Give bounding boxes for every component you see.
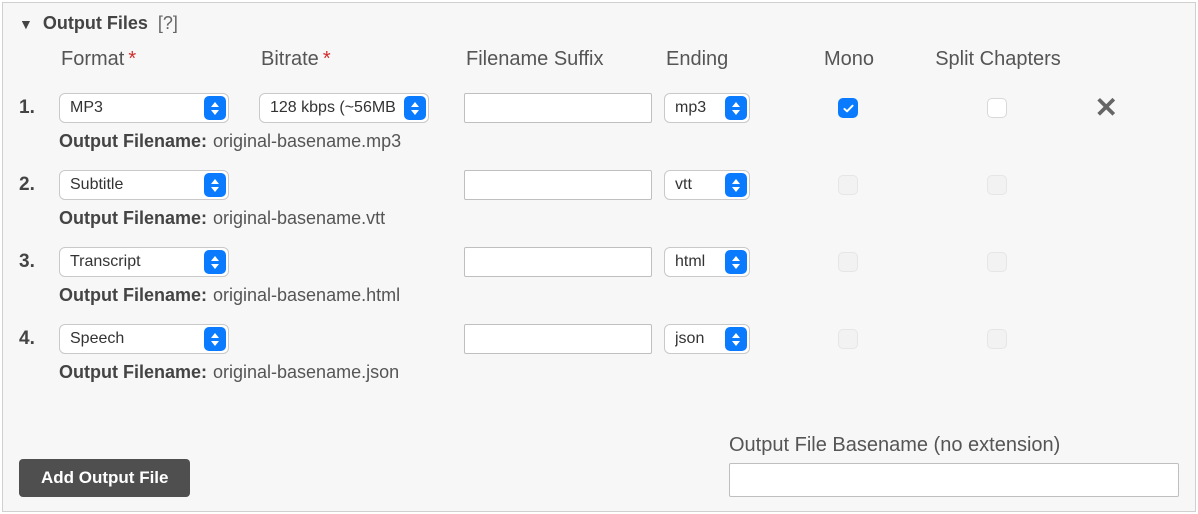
output-filename-label: Output Filename: bbox=[59, 285, 207, 305]
stepper-icon bbox=[725, 173, 747, 197]
split-chapters-checkbox[interactable] bbox=[987, 98, 1007, 118]
row-number: 2. bbox=[19, 160, 59, 196]
split-chapters-checkbox bbox=[987, 175, 1007, 195]
row-number: 4. bbox=[19, 314, 59, 350]
format-select-value: Speech bbox=[70, 330, 198, 348]
row-number: 3. bbox=[19, 237, 59, 273]
mono-checkbox bbox=[838, 329, 858, 349]
split-chapters-checkbox bbox=[987, 252, 1007, 272]
split-chapters-checkbox bbox=[987, 329, 1007, 349]
panel-footer: Add Output File Output File Basename (no… bbox=[19, 434, 1179, 497]
output-filename-label: Output Filename: bbox=[59, 362, 207, 382]
format-select[interactable]: Speech bbox=[59, 324, 229, 354]
stepper-icon bbox=[404, 96, 426, 120]
format-select[interactable]: Subtitle bbox=[59, 170, 229, 200]
stepper-icon bbox=[204, 327, 226, 351]
output-filename-value: original-basename.html bbox=[207, 285, 400, 305]
format-select[interactable]: Transcript bbox=[59, 247, 229, 277]
col-mono: Mono bbox=[784, 48, 912, 79]
ending-select-value: html bbox=[675, 253, 719, 271]
format-select-value: Subtitle bbox=[70, 176, 198, 194]
panel-title: Output Files bbox=[43, 13, 148, 34]
bitrate-select-value: 128 kbps (~56MB bbox=[270, 99, 398, 117]
stepper-icon bbox=[204, 173, 226, 197]
col-bitrate: Bitrate* bbox=[259, 48, 464, 79]
col-split: Split Chapters bbox=[912, 48, 1082, 79]
ending-select-value: mp3 bbox=[675, 99, 719, 117]
mono-checkbox bbox=[838, 175, 858, 195]
output-filename-line: Output Filename:original-basename.vtt bbox=[59, 200, 1122, 233]
output-filename-value: original-basename.mp3 bbox=[207, 131, 401, 151]
remove-row-icon[interactable]: ✕ bbox=[1082, 94, 1122, 122]
format-select-value: MP3 bbox=[70, 99, 198, 117]
add-output-file-button[interactable]: Add Output File bbox=[19, 459, 190, 497]
basename-block: Output File Basename (no extension) bbox=[729, 434, 1179, 497]
output-filename-line: Output Filename:original-basename.html bbox=[59, 277, 1122, 310]
stepper-icon bbox=[725, 250, 747, 274]
basename-label: Output File Basename (no extension) bbox=[729, 434, 1179, 457]
stepper-icon bbox=[725, 96, 747, 120]
basename-input[interactable] bbox=[729, 463, 1179, 497]
panel-header: ▼ Output Files [?] bbox=[19, 13, 1179, 34]
help-link[interactable]: [?] bbox=[158, 13, 178, 34]
output-filename-value: original-basename.vtt bbox=[207, 208, 385, 228]
stepper-icon bbox=[725, 327, 747, 351]
stepper-icon bbox=[204, 250, 226, 274]
col-format: Format* bbox=[59, 48, 259, 79]
output-filename-label: Output Filename: bbox=[59, 208, 207, 228]
output-filename-value: original-basename.json bbox=[207, 362, 399, 382]
ending-select-value: json bbox=[675, 330, 719, 348]
output-filename-label: Output Filename: bbox=[59, 131, 207, 151]
filename-suffix-input[interactable] bbox=[464, 247, 652, 277]
ending-select-value: vtt bbox=[675, 176, 719, 194]
filename-suffix-input[interactable] bbox=[464, 324, 652, 354]
col-suffix: Filename Suffix bbox=[464, 48, 664, 79]
row-number: 1. bbox=[19, 83, 59, 119]
format-select-value: Transcript bbox=[70, 253, 198, 271]
format-select[interactable]: MP3 bbox=[59, 93, 229, 123]
ending-select[interactable]: json bbox=[664, 324, 750, 354]
output-files-panel: ▼ Output Files [?] Format* Bitrate* File… bbox=[2, 2, 1196, 512]
filename-suffix-input[interactable] bbox=[464, 170, 652, 200]
output-filename-line: Output Filename:original-basename.json bbox=[59, 354, 1122, 387]
ending-select[interactable]: html bbox=[664, 247, 750, 277]
ending-select[interactable]: mp3 bbox=[664, 93, 750, 123]
mono-checkbox[interactable] bbox=[838, 98, 858, 118]
ending-select[interactable]: vtt bbox=[664, 170, 750, 200]
filename-suffix-input[interactable] bbox=[464, 93, 652, 123]
bitrate-select[interactable]: 128 kbps (~56MB bbox=[259, 93, 429, 123]
mono-checkbox bbox=[838, 252, 858, 272]
stepper-icon bbox=[204, 96, 226, 120]
output-filename-line: Output Filename:original-basename.mp3 bbox=[59, 123, 1122, 156]
col-ending: Ending bbox=[664, 48, 784, 79]
panel-disclosure-icon[interactable]: ▼ bbox=[19, 16, 33, 32]
